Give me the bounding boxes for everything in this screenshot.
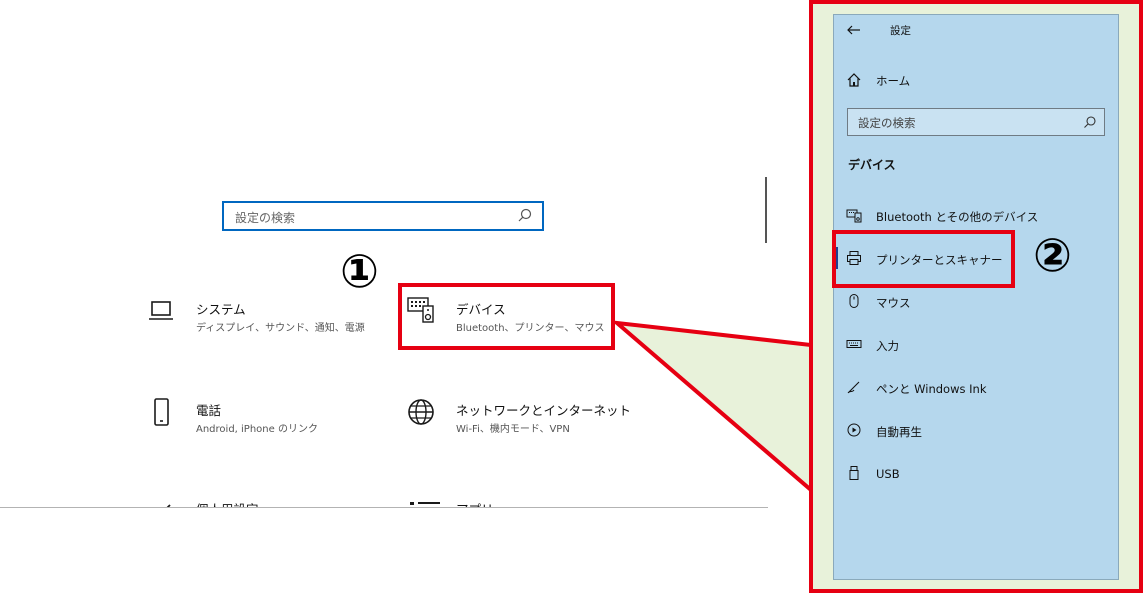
category-title: システム [196,302,246,317]
settings-search-input[interactable]: 設定の検索 [222,201,544,231]
category-subtitle: ディスプレイ、サウンド、通知、電源 [196,323,365,334]
nav-item-autoplay[interactable]: 自動再生 [846,421,1006,441]
nav-item-pen[interactable]: ペンと Windows Ink [846,378,1046,398]
search-placeholder: 設定の検索 [858,116,916,130]
nav-item-label: 自動再生 [876,425,922,439]
back-button[interactable]: 設定 [846,20,926,40]
nav-item-label: USB [876,467,900,481]
nav-item-label: ペンと Windows Ink [876,382,987,396]
nav-home[interactable]: ホーム [846,70,1046,90]
panel-section-title: デバイス [848,158,896,172]
category-personalization[interactable]: 個人用設定 [146,495,376,507]
home-icon [847,73,861,87]
nav-item-bluetooth[interactable]: Bluetooth とその他のデバイス [846,206,1066,226]
category-title: ネットワークとインターネット [456,403,632,418]
category-title: 個人用設定 [196,499,259,507]
divider-horizontal [0,507,768,508]
phone-icon [154,398,169,426]
nav-item-typing[interactable]: 入力 [846,335,1006,355]
apps-icon [410,502,440,505]
category-network[interactable]: ネットワークとインターネット Wi-Fi、機内モード、VPN [406,397,636,437]
back-title: 設定 [890,25,911,37]
back-arrow-icon [847,25,860,35]
step-1-marker: ① [340,244,379,298]
nav-item-label: マウス [876,296,911,310]
keyboard-icon [846,340,862,348]
category-phone[interactable]: 電話 Android, iPhone のリンク [146,397,376,437]
category-title: アプリ [456,499,494,507]
category-subtitle: Android, iPhone のリンク [196,424,318,435]
usb-icon [849,466,859,480]
search-icon [518,208,532,222]
highlight-devices-box [398,283,615,350]
highlight-printers-box [832,230,1015,288]
nav-item-label: Bluetooth とその他のデバイス [876,210,1039,224]
nav-item-usb[interactable]: USB [846,464,1006,484]
category-subtitle: Wi-Fi、機内モード、VPN [456,424,570,435]
laptop-icon [149,301,173,320]
search-icon [1084,116,1096,128]
globe-icon [408,399,434,425]
step-2-marker: ② [1033,228,1072,282]
category-apps[interactable]: アプリ [406,495,636,507]
panel-search-input[interactable]: 設定の検索 [847,108,1105,136]
bluetooth-device-icon [846,209,862,223]
category-system[interactable]: システム ディスプレイ、サウンド、通知、電源 [146,296,376,336]
nav-home-label: ホーム [876,74,911,88]
divider-vertical [765,177,767,243]
autoplay-icon [847,423,861,437]
category-title: 電話 [196,403,222,418]
pen-ink-icon [847,381,860,394]
nav-item-mouse[interactable]: マウス [846,292,1006,312]
mouse-icon [849,294,859,308]
search-placeholder: 設定の検索 [235,211,296,225]
nav-item-label: 入力 [876,339,899,353]
